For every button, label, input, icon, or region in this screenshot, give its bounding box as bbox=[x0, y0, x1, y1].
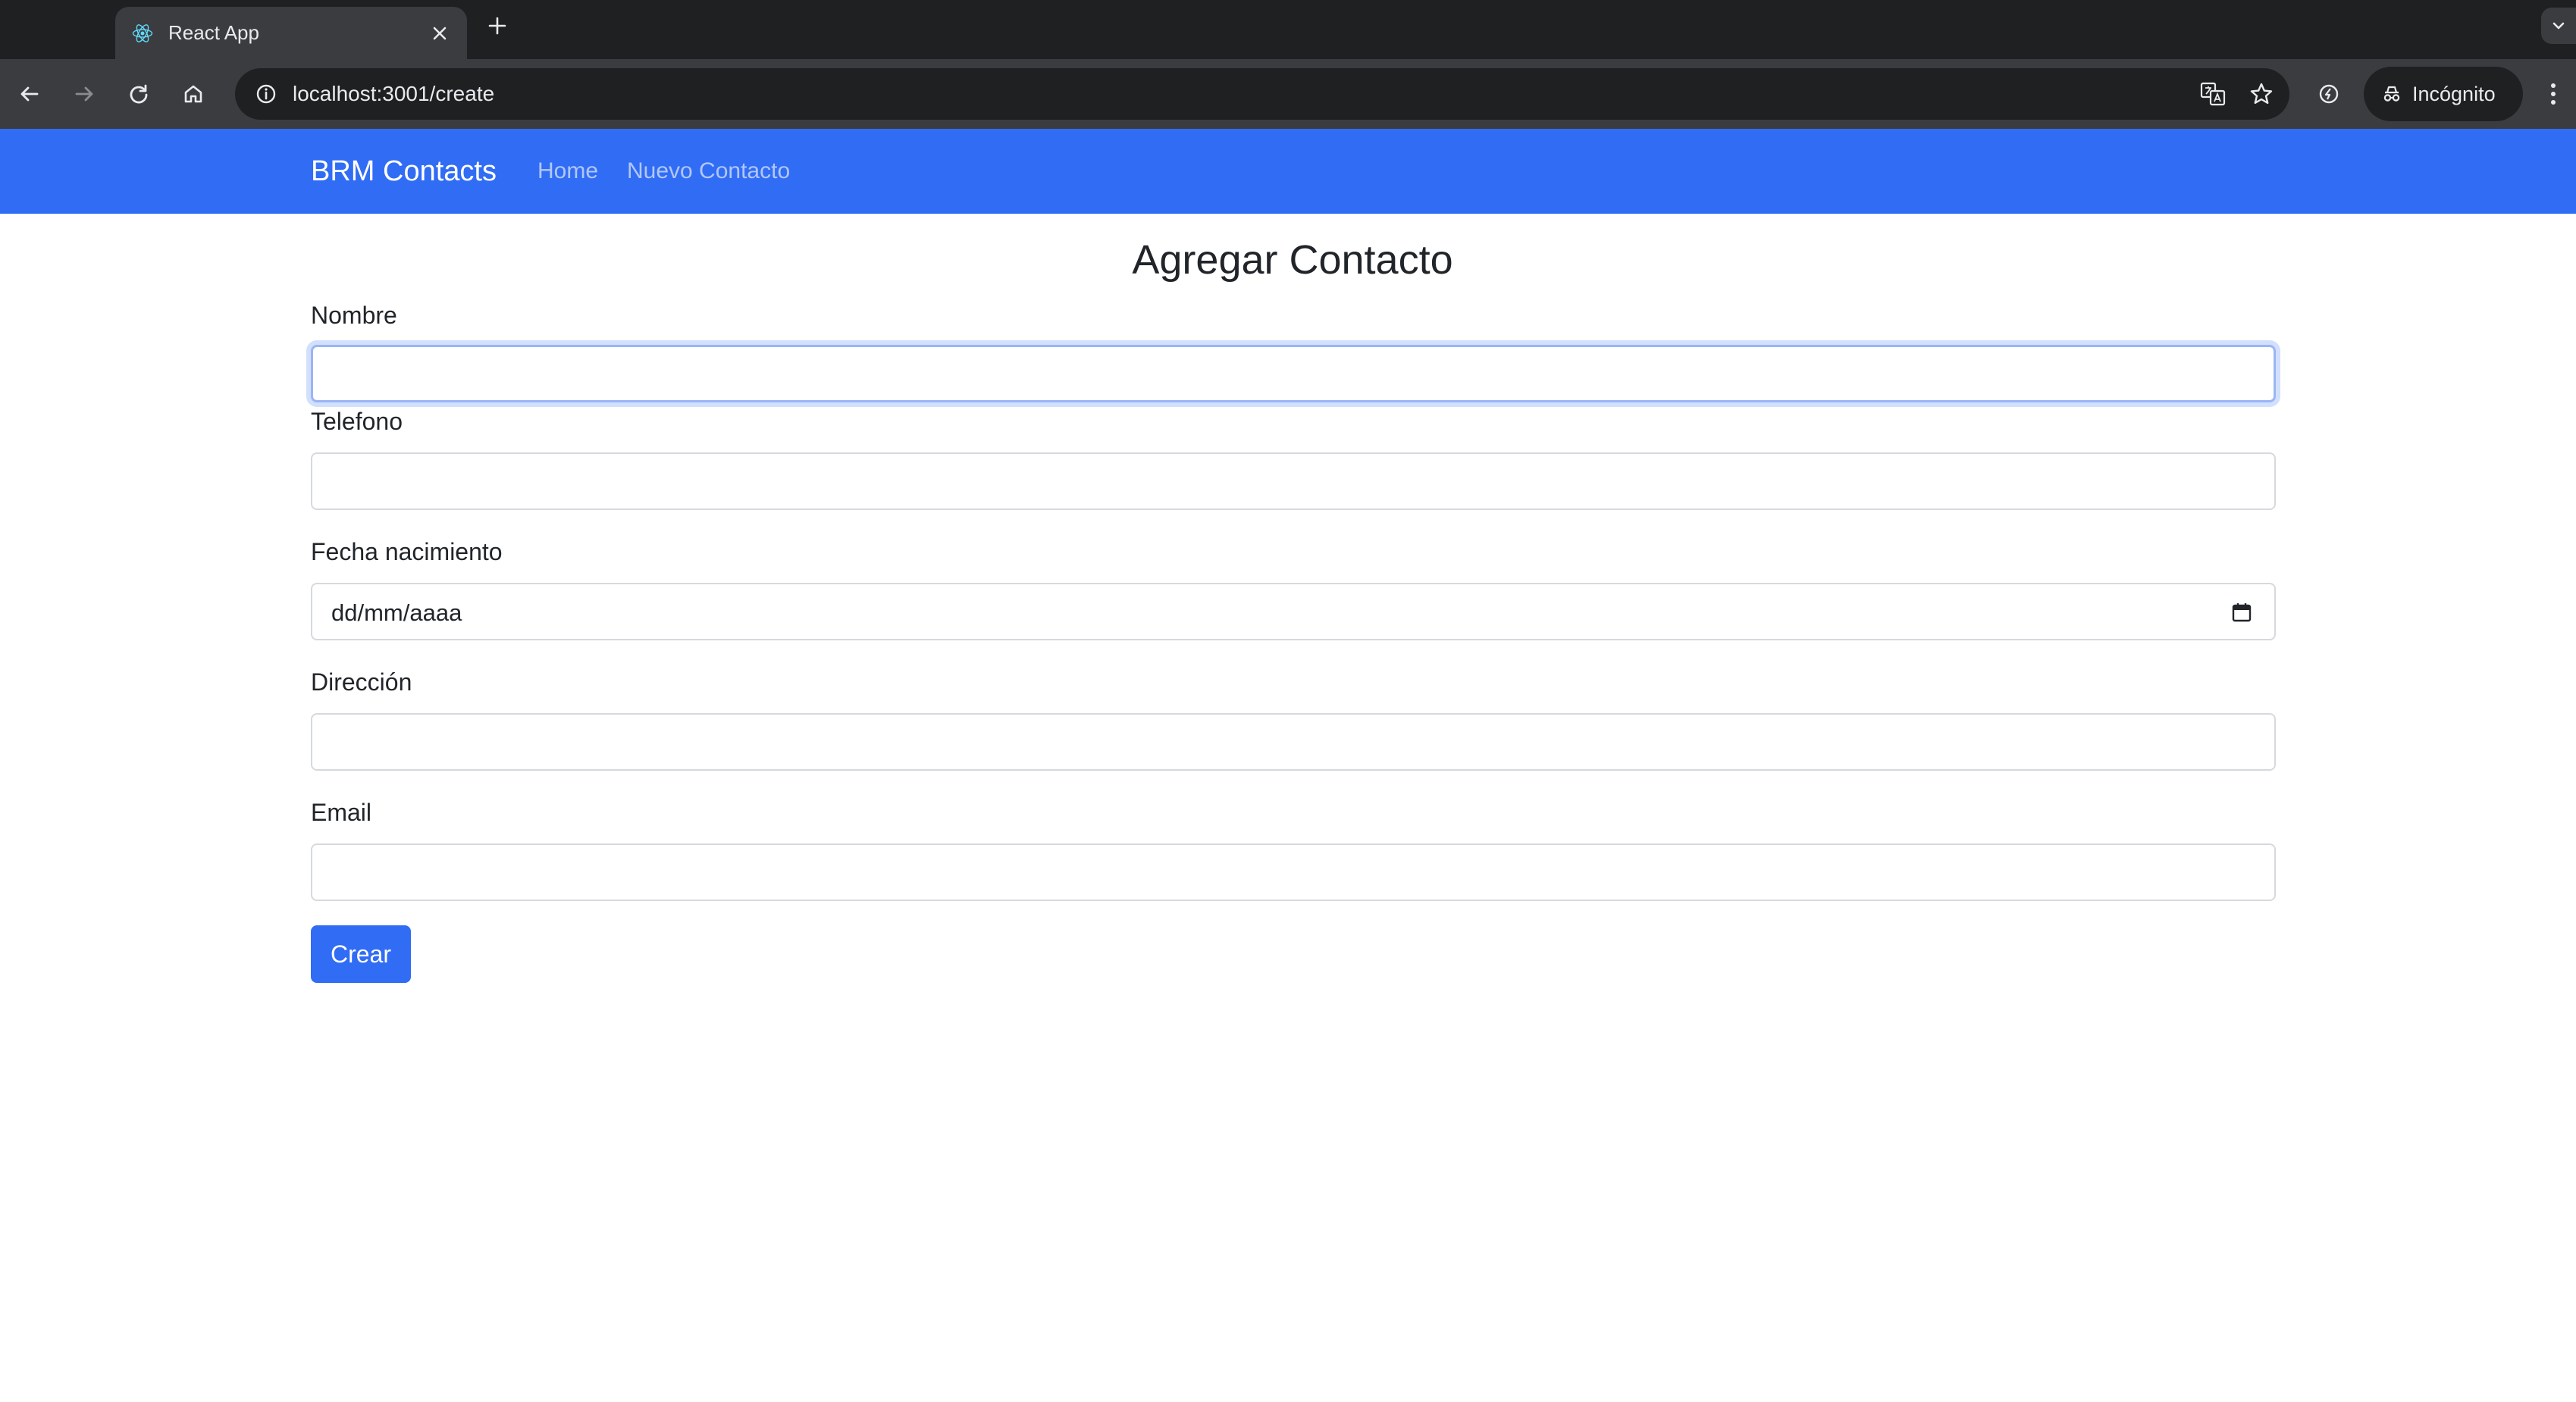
fecha-nacimiento-input[interactable]: dd/mm/aaaa bbox=[311, 583, 2276, 640]
browser-toolbar: localhost:3001/create Incógnito bbox=[0, 59, 2576, 129]
page-title: Agregar Contacto bbox=[1132, 237, 1453, 283]
app-navbar: BRM Contacts Home Nuevo Contacto bbox=[0, 129, 2576, 214]
browser-tab-strip: React App bbox=[0, 0, 2576, 59]
direccion-label: Dirección bbox=[311, 668, 412, 696]
site-info-icon[interactable] bbox=[247, 75, 285, 113]
email-input[interactable] bbox=[311, 843, 2276, 901]
fecha-nacimiento-label: Fecha nacimiento bbox=[311, 538, 503, 565]
translate-icon[interactable] bbox=[2192, 74, 2233, 114]
nav-link-home[interactable]: Home bbox=[537, 158, 598, 184]
incognito-profile-button[interactable]: Incógnito bbox=[2364, 67, 2523, 121]
reload-icon[interactable] bbox=[119, 74, 158, 114]
telefono-label: Telefono bbox=[311, 408, 403, 435]
new-tab-icon[interactable] bbox=[482, 11, 512, 41]
telefono-input[interactable] bbox=[311, 452, 2276, 510]
menu-kebab-icon[interactable] bbox=[2537, 74, 2570, 114]
home-icon[interactable] bbox=[174, 74, 213, 114]
nombre-input[interactable] bbox=[311, 345, 2276, 402]
browser-tab[interactable]: React App bbox=[115, 7, 467, 59]
direccion-input[interactable] bbox=[311, 713, 2276, 771]
tab-search-chevron-down-icon[interactable] bbox=[2541, 8, 2576, 44]
url-text[interactable]: localhost:3001/create bbox=[293, 82, 2192, 106]
nav-link-nuevo-contacto[interactable]: Nuevo Contacto bbox=[627, 158, 790, 184]
incognito-icon bbox=[2380, 83, 2403, 105]
crear-button[interactable]: Crear bbox=[311, 925, 411, 983]
navbar-brand[interactable]: BRM Contacts bbox=[311, 155, 497, 188]
email-label: Email bbox=[311, 799, 372, 826]
date-placeholder: dd/mm/aaaa bbox=[331, 599, 462, 626]
forward-icon[interactable] bbox=[64, 74, 104, 114]
tab-title: React App bbox=[168, 21, 259, 44]
calendar-icon[interactable] bbox=[2229, 599, 2255, 625]
react-icon bbox=[130, 21, 155, 45]
address-bar[interactable]: localhost:3001/create bbox=[235, 68, 2289, 120]
close-tab-icon[interactable] bbox=[426, 20, 453, 47]
bookmark-star-icon[interactable] bbox=[2241, 74, 2282, 114]
incognito-label: Incógnito bbox=[2412, 82, 2496, 105]
back-icon[interactable] bbox=[10, 74, 49, 114]
performance-icon[interactable] bbox=[2309, 74, 2349, 114]
nombre-label: Nombre bbox=[311, 302, 397, 329]
